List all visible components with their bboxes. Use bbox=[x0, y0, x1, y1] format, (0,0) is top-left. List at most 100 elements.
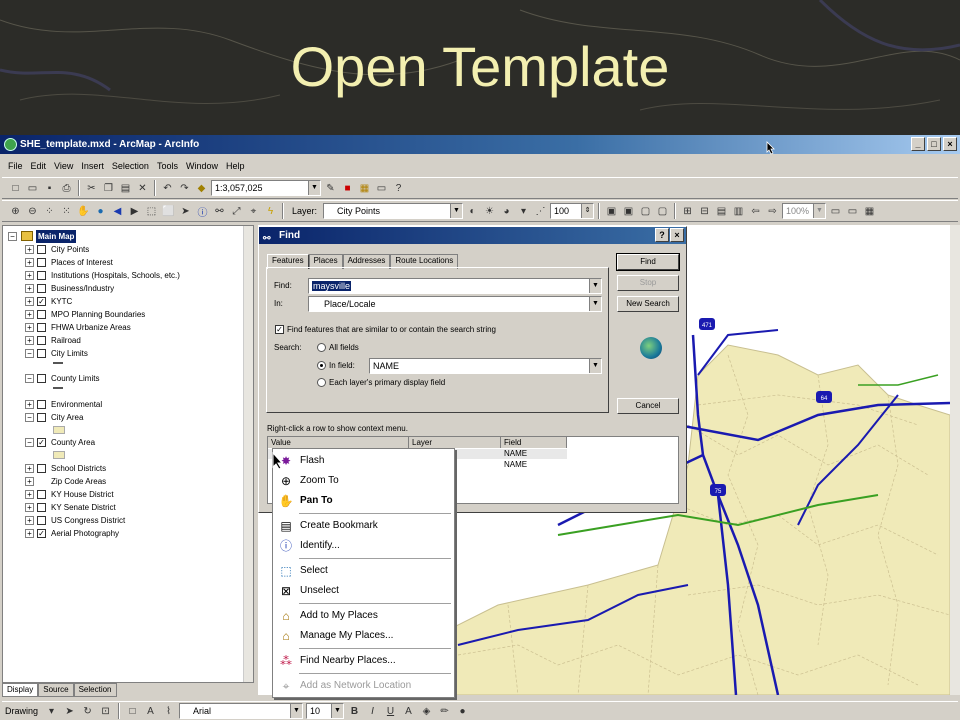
expand-icon[interactable]: + bbox=[25, 297, 34, 306]
select-elements-icon[interactable]: ➤ bbox=[178, 204, 193, 219]
all-fields-radio[interactable] bbox=[317, 343, 326, 352]
forward-extent-icon[interactable]: ▶ bbox=[127, 204, 142, 219]
layout-zoom-icon[interactable]: ⊞ bbox=[680, 204, 695, 219]
expand-icon[interactable]: + bbox=[25, 258, 34, 267]
toggle-draft-icon[interactable]: ▭ bbox=[828, 204, 843, 219]
expand-icon[interactable]: + bbox=[25, 529, 34, 538]
in-field-radio[interactable] bbox=[317, 361, 326, 370]
command-line-icon[interactable]: ▭ bbox=[374, 181, 389, 196]
rotate-icon[interactable]: ↻ bbox=[80, 704, 95, 719]
layer-visibility-checkbox[interactable] bbox=[37, 336, 46, 345]
new-document-icon[interactable]: □ bbox=[8, 181, 23, 196]
bold-button[interactable]: B bbox=[347, 704, 362, 719]
go-to-xy-icon[interactable]: ⌖ bbox=[246, 204, 261, 219]
redo-icon[interactable]: ↷ bbox=[177, 181, 192, 196]
expand-icon[interactable]: + bbox=[25, 490, 34, 499]
find-dialog-title-bar[interactable]: ⚯ Find ? × bbox=[259, 227, 686, 244]
transparency-spinner[interactable]: 100 ⇕ bbox=[550, 203, 595, 219]
measure-icon[interactable]: ⤢ bbox=[229, 204, 244, 219]
transparency-icon[interactable]: ◕ bbox=[499, 204, 514, 219]
layout-pan-icon[interactable]: ⇨ bbox=[765, 204, 780, 219]
focus-frame-icon[interactable]: ▭ bbox=[845, 204, 860, 219]
font-size-select[interactable]: 10 ▼ bbox=[306, 703, 345, 719]
undo-icon[interactable]: ↶ bbox=[160, 181, 175, 196]
cancel-button[interactable]: Cancel bbox=[617, 398, 679, 414]
expand-icon[interactable]: + bbox=[25, 310, 34, 319]
select-features-icon[interactable]: ⬚ bbox=[144, 204, 159, 219]
menu-item-unselect[interactable]: ⊠ Unselect bbox=[273, 581, 456, 601]
zoom-in-icon[interactable]: ⊕ bbox=[8, 204, 23, 219]
find-button[interactable]: Find bbox=[616, 253, 680, 271]
fill-color-icon[interactable]: ◈ bbox=[419, 704, 434, 719]
italic-button[interactable]: I bbox=[365, 704, 380, 719]
find-close-button[interactable]: × bbox=[670, 228, 684, 242]
select-elements-icon[interactable]: ➤ bbox=[62, 704, 77, 719]
map-scrollbar[interactable] bbox=[950, 225, 960, 695]
find-input[interactable]: maysville ▼ bbox=[308, 278, 602, 294]
cut-icon[interactable]: ✂ bbox=[84, 181, 99, 196]
layer-visibility-checkbox[interactable]: ✓ bbox=[37, 529, 46, 538]
expand-icon[interactable]: + bbox=[25, 323, 34, 332]
column-header-field[interactable]: Field bbox=[501, 437, 567, 448]
help-button[interactable]: ? bbox=[655, 228, 669, 242]
arccatalog-icon[interactable]: ▦ bbox=[357, 181, 372, 196]
tab-selection[interactable]: Selection bbox=[73, 683, 117, 697]
column-header-layer[interactable]: Layer bbox=[409, 437, 501, 448]
expand-icon[interactable]: − bbox=[25, 438, 34, 447]
menu-item-add-network-location[interactable]: ⌖ Add as Network Location bbox=[273, 676, 456, 696]
layer-visibility-checkbox[interactable] bbox=[37, 284, 46, 293]
back-extent-icon[interactable]: ◀ bbox=[110, 204, 125, 219]
new-text-icon[interactable]: A bbox=[143, 704, 158, 719]
layout-tool-icon[interactable]: ▣ bbox=[621, 204, 636, 219]
expand-icon[interactable]: + bbox=[25, 516, 34, 525]
expand-icon[interactable]: + bbox=[25, 271, 34, 280]
pan-icon[interactable]: ✋ bbox=[76, 204, 91, 219]
close-button[interactable]: × bbox=[943, 137, 957, 151]
paste-icon[interactable]: ▤ bbox=[118, 181, 133, 196]
open-folder-icon[interactable]: ▭ bbox=[25, 181, 40, 196]
menu-view[interactable]: View bbox=[50, 157, 77, 175]
layer-visibility-checkbox[interactable] bbox=[37, 464, 46, 473]
layer-visibility-checkbox[interactable] bbox=[37, 413, 46, 422]
menu-edit[interactable]: Edit bbox=[27, 157, 51, 175]
effects-dropdown-icon[interactable]: ▾ bbox=[516, 204, 531, 219]
expand-icon[interactable]: − bbox=[25, 374, 34, 383]
change-layout-icon[interactable]: ▦ bbox=[862, 204, 877, 219]
menu-file[interactable]: File bbox=[4, 157, 27, 175]
brightness-icon[interactable]: ☀ bbox=[482, 204, 497, 219]
hyperlink-icon[interactable]: ϟ bbox=[263, 204, 278, 219]
expand-icon[interactable]: + bbox=[25, 503, 34, 512]
map-scale-combo[interactable]: 1:3,057,025 ▼ bbox=[211, 180, 321, 196]
layout-zoom-icon[interactable]: ▥ bbox=[731, 204, 746, 219]
window-title-bar[interactable]: SHE_template.mxd - ArcMap - ArcInfo _ □ … bbox=[0, 135, 960, 154]
layer-visibility-checkbox[interactable] bbox=[37, 258, 46, 267]
in-layer-select[interactable]: Place/Locale ▼ bbox=[308, 296, 602, 312]
font-color-icon[interactable]: A bbox=[401, 704, 416, 719]
layer-visibility-checkbox[interactable] bbox=[37, 490, 46, 499]
layout-zoom-icon[interactable]: ⊟ bbox=[697, 204, 712, 219]
expand-icon[interactable]: + bbox=[25, 464, 34, 473]
layout-tool-icon[interactable]: ▢ bbox=[638, 204, 653, 219]
delete-icon[interactable]: ✕ bbox=[135, 181, 150, 196]
column-header-value[interactable]: Value bbox=[268, 437, 409, 448]
fixed-zoom-in-icon[interactable]: ⁘ bbox=[42, 204, 57, 219]
menu-item-pan-to[interactable]: ✋ Pan To bbox=[273, 491, 456, 511]
font-select[interactable]: Arial ▼ bbox=[179, 703, 304, 719]
underline-button[interactable]: U bbox=[383, 704, 398, 719]
save-icon[interactable]: ▪ bbox=[42, 181, 57, 196]
zoom-out-icon[interactable]: ⊖ bbox=[25, 204, 40, 219]
expand-icon[interactable]: + bbox=[25, 477, 34, 486]
minimize-button[interactable]: _ bbox=[911, 137, 925, 151]
arctoolbox-icon[interactable]: ■ bbox=[340, 181, 355, 196]
expand-icon[interactable]: + bbox=[25, 400, 34, 409]
drawing-menu[interactable]: Drawing bbox=[2, 706, 41, 716]
whats-this-icon[interactable]: ? bbox=[391, 181, 406, 196]
copy-icon[interactable]: ❐ bbox=[101, 181, 116, 196]
menu-item-manage-my-places[interactable]: ⌂ Manage My Places... bbox=[273, 626, 456, 646]
layer-visibility-checkbox[interactable] bbox=[37, 271, 46, 280]
chevron-down-icon[interactable]: ▾ bbox=[44, 704, 59, 719]
menu-item-find-nearby-places[interactable]: ⁂ Find Nearby Places... bbox=[273, 651, 456, 671]
primary-field-radio[interactable] bbox=[317, 378, 326, 387]
field-select[interactable]: NAME ▼ bbox=[369, 358, 602, 374]
expand-icon[interactable]: + bbox=[25, 245, 34, 254]
